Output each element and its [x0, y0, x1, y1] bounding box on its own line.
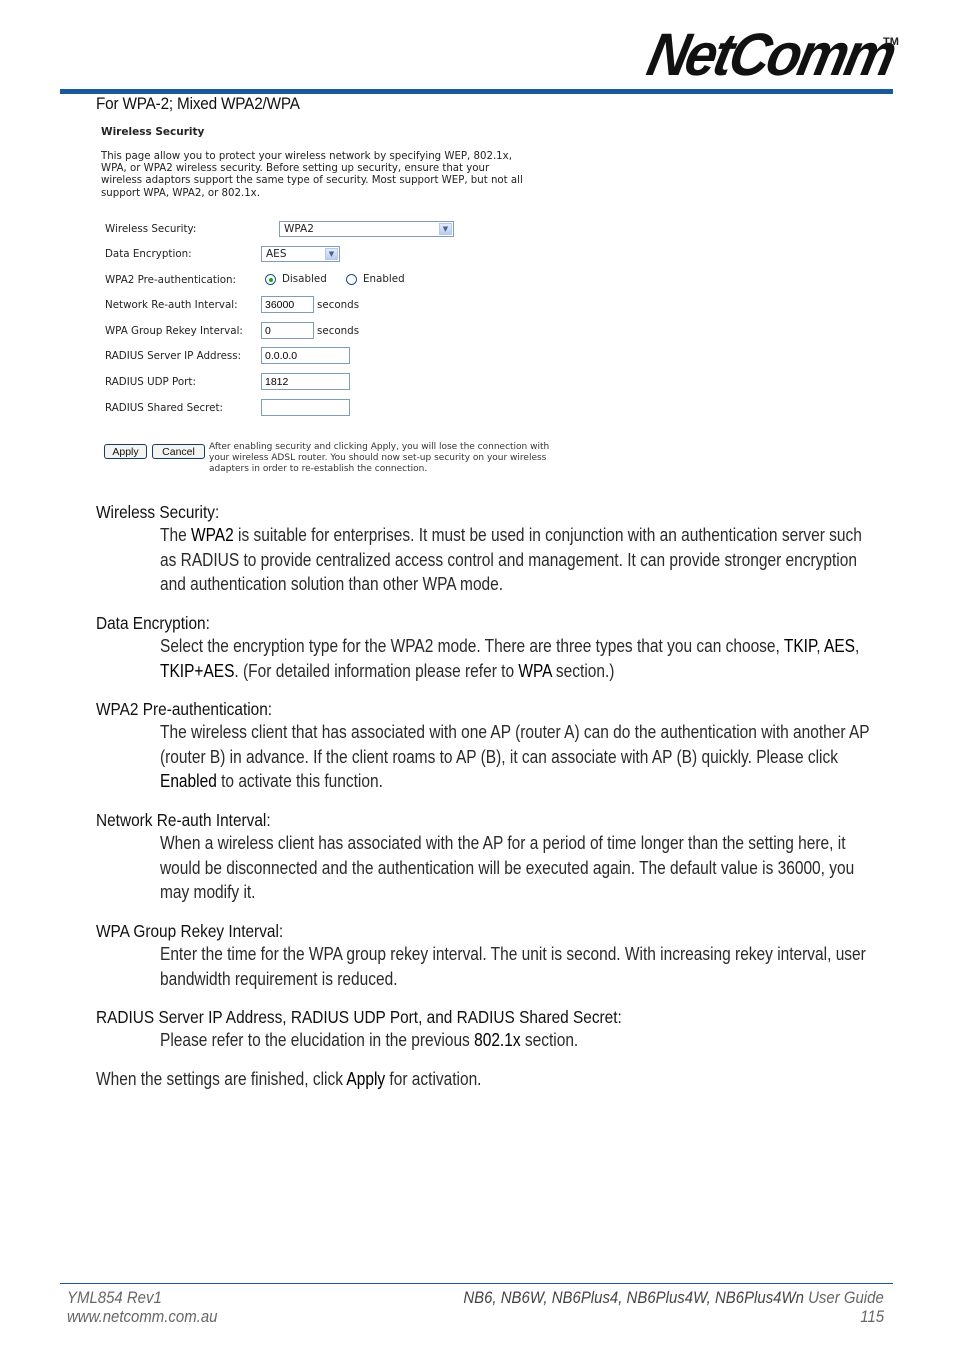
- emphasis: Enabled: [160, 771, 217, 792]
- text: section.: [520, 1030, 579, 1050]
- rekey-unit: seconds: [317, 325, 360, 337]
- chevron-down-icon[interactable]: ▼: [325, 248, 338, 260]
- footer-guide-title: NB6, NB6W, NB6Plus4, NB6Plus4W, NB6Plus4…: [464, 1288, 884, 1308]
- label-preauth: WPA2 Pre-authentication:: [105, 274, 237, 286]
- term-description: Enter the time for the WPA group rekey i…: [160, 944, 866, 989]
- text: ,: [855, 636, 860, 656]
- label-radius-ip: RADIUS Server IP Address:: [105, 350, 242, 362]
- desc-preauth: WPA2 Pre-authentication: The wireless cl…: [96, 699, 954, 794]
- cancel-button[interactable]: Cancel: [152, 444, 205, 459]
- wireless-security-value: WPA2: [284, 223, 314, 235]
- apply-warning-note: After enabling security and clicking App…: [209, 442, 550, 475]
- term-description: Please refer to the elucidation in the p…: [160, 1028, 882, 1053]
- term-description: The WPA2 is suitable for enterprises. It…: [160, 523, 882, 597]
- term-description: Select the encryption type for the WPA2 …: [160, 634, 882, 683]
- footer-website: www.netcomm.com.au: [67, 1307, 218, 1326]
- wireless-security-select[interactable]: WPA2 ▼: [279, 221, 454, 237]
- radius-ip-input[interactable]: [261, 347, 350, 364]
- preauth-disabled-radio[interactable]: [265, 274, 276, 285]
- text: . (For detailed information please refer…: [234, 660, 519, 681]
- emphasis: WPA2: [190, 525, 234, 545]
- closing-instruction: When the settings are finished, click Ap…: [96, 1069, 481, 1090]
- text: Please refer to the elucidation in the p…: [160, 1030, 475, 1050]
- text: Select the encryption type for the WPA2 …: [160, 636, 784, 656]
- text: for activation.: [385, 1069, 482, 1089]
- desc-wireless-security: Wireless Security: The WPA2 is suitable …: [96, 502, 954, 597]
- ui-page-description: This page allow you to protect your wire…: [101, 151, 523, 199]
- data-encryption-value: AES: [266, 248, 287, 260]
- term-description: The wireless client that has associated …: [160, 720, 882, 794]
- apply-button[interactable]: Apply: [104, 444, 147, 459]
- data-encryption-select[interactable]: AES ▼: [261, 246, 340, 262]
- footer-doc-id: YML854 Rev1: [67, 1288, 162, 1307]
- emphasis: TKIP: [783, 636, 817, 656]
- desc-data-encryption: Data Encryption: Select the encryption t…: [96, 613, 954, 683]
- ui-page-title: Wireless Security: [101, 126, 205, 138]
- netcomm-logo: NetComm TM: [642, 21, 900, 88]
- radius-port-input[interactable]: [261, 373, 350, 390]
- section-title: For WPA-2; Mixed WPA2/WPA: [96, 94, 300, 113]
- reauth-unit: seconds: [317, 299, 360, 311]
- logo-wordmark: NetComm: [641, 21, 901, 88]
- text: The wireless client that has associated …: [160, 722, 870, 767]
- text: to activate this function.: [216, 771, 383, 792]
- text: is suitable for enterprises. It must be …: [160, 525, 862, 595]
- emphasis: AES: [824, 636, 856, 656]
- router-ui-screenshot: Wireless Security This page allow you to…: [96, 122, 549, 492]
- term-heading: Network Re-auth Interval:: [96, 810, 271, 830]
- desc-reauth-interval: Network Re-auth Interval: When a wireles…: [96, 810, 954, 905]
- text: ,: [816, 636, 825, 656]
- label-radius-secret: RADIUS Shared Secret:: [105, 402, 223, 414]
- desc-rekey-interval: WPA Group Rekey Interval: Enter the time…: [96, 921, 954, 991]
- emphasis: 802.1x: [474, 1030, 521, 1050]
- term-heading: Data Encryption:: [96, 613, 210, 633]
- footer-models: NB6, NB6W, NB6Plus4, NB6Plus4W, NB6Plus4…: [463, 1288, 805, 1307]
- label-wireless-security: Wireless Security:: [105, 223, 197, 235]
- preauth-enabled-label: Enabled: [363, 273, 405, 285]
- label-radius-port: RADIUS UDP Port:: [105, 376, 196, 388]
- footer-page-number: 115: [860, 1307, 884, 1326]
- footer-divider: [60, 1283, 893, 1284]
- text: The: [160, 525, 191, 545]
- reauth-interval-input[interactable]: [261, 296, 314, 313]
- text: section.): [551, 660, 615, 681]
- emphasis: WPA: [518, 660, 552, 681]
- term-heading: RADIUS Server IP Address, RADIUS UDP Por…: [96, 1007, 622, 1027]
- preauth-enabled-radio[interactable]: [346, 274, 357, 285]
- footer-guide-label: User Guide: [808, 1288, 884, 1307]
- radius-secret-input[interactable]: [261, 399, 350, 416]
- desc-radius: RADIUS Server IP Address, RADIUS UDP Por…: [96, 1007, 954, 1053]
- chevron-down-icon[interactable]: ▼: [439, 223, 452, 235]
- label-data-encryption: Data Encryption:: [105, 248, 192, 260]
- label-rekey-interval: WPA Group Rekey Interval:: [105, 325, 243, 337]
- preauth-disabled-label: Disabled: [282, 273, 327, 285]
- emphasis: TKIP+AES: [160, 660, 235, 681]
- label-reauth-interval: Network Re-auth Interval:: [105, 299, 238, 311]
- text: When the settings are finished, click: [96, 1069, 347, 1089]
- term-heading: Wireless Security:: [96, 502, 220, 522]
- trademark-mark: TM: [883, 36, 899, 48]
- term-heading: WPA Group Rekey Interval:: [96, 921, 284, 941]
- term-heading: WPA2 Pre-authentication:: [96, 699, 273, 719]
- emphasis: Apply: [346, 1069, 386, 1089]
- term-description: When a wireless client has associated wi…: [160, 833, 855, 903]
- rekey-interval-input[interactable]: [261, 322, 314, 339]
